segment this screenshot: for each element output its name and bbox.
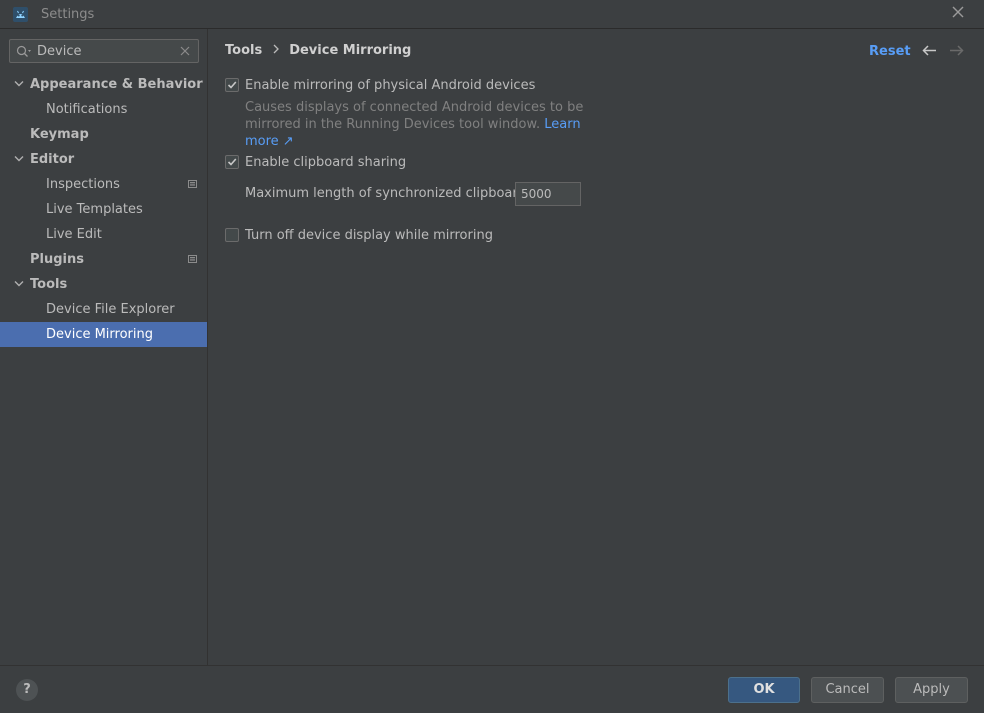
sidebar-item-device-mirroring[interactable]: Device Mirroring (0, 322, 207, 347)
sidebar-item-label: Device File Explorer (46, 302, 175, 317)
sidebar-item-label: Device Mirroring (46, 327, 153, 342)
clear-search-icon[interactable] (180, 46, 190, 56)
sidebar-item-label: Tools (30, 277, 68, 292)
cancel-button[interactable]: Cancel (811, 677, 884, 703)
sidebar-item-label: Notifications (46, 102, 128, 117)
sidebar-item-label: Editor (30, 152, 75, 167)
ok-button[interactable]: OK (728, 677, 800, 703)
project-level-icon (188, 180, 197, 188)
sidebar-item-label: Plugins (30, 252, 84, 267)
sidebar-item-tools[interactable]: Tools (0, 272, 207, 297)
project-level-icon (188, 255, 197, 263)
android-studio-icon (13, 7, 28, 22)
settings-sidebar: Appearance & Behavior Notifications Keym… (0, 29, 208, 665)
chevron-down-icon[interactable] (14, 280, 24, 288)
sidebar-item-inspections[interactable]: Inspections (0, 172, 207, 197)
sidebar-item-keymap[interactable]: Keymap (0, 122, 207, 147)
checkmark-icon (227, 81, 237, 89)
reset-link[interactable]: Reset (869, 44, 911, 59)
max-length-input[interactable] (515, 182, 581, 206)
window-title: Settings (41, 7, 95, 22)
breadcrumb-current: Device Mirroring (289, 43, 412, 58)
chevron-right-icon (273, 44, 280, 54)
clipboard-label[interactable]: Enable clipboard sharing (245, 154, 406, 172)
settings-content: Tools Device Mirroring Reset Enable mirro… (208, 29, 984, 665)
sidebar-item-notifications[interactable]: Notifications (0, 97, 207, 122)
sidebar-item-appearance-behavior[interactable]: Appearance & Behavior (0, 72, 207, 97)
sidebar-item-label: Live Templates (46, 202, 143, 217)
help-button[interactable]: ? (16, 679, 38, 701)
turn-off-display-checkbox[interactable] (225, 228, 239, 242)
mirroring-description: Causes displays of connected Android dev… (245, 99, 605, 150)
sidebar-item-label: Keymap (30, 127, 89, 142)
breadcrumb: Tools Device Mirroring (225, 43, 411, 58)
checkmark-icon (227, 158, 237, 166)
max-length-label: Maximum length of synchronized clipboard… (245, 186, 560, 201)
search-box (9, 39, 199, 63)
search-icon (16, 45, 31, 57)
turn-off-display-label[interactable]: Turn off device display while mirroring (245, 227, 493, 245)
clipboard-checkbox[interactable] (225, 155, 239, 169)
chevron-down-icon[interactable] (14, 155, 24, 163)
mirroring-description-text: Causes displays of connected Android dev… (245, 100, 584, 132)
mirroring-checkbox[interactable] (225, 78, 239, 92)
breadcrumb-tools[interactable]: Tools (225, 43, 262, 58)
arrow-right-icon[interactable] (949, 45, 964, 56)
sidebar-item-plugins[interactable]: Plugins (0, 247, 207, 272)
sidebar-item-label: Inspections (46, 177, 120, 192)
chevron-down-icon[interactable] (14, 80, 24, 88)
sidebar-item-label: Appearance & Behavior (30, 77, 203, 92)
dialog-footer: ? OK Cancel Apply (0, 665, 984, 713)
sidebar-item-live-templates[interactable]: Live Templates (0, 197, 207, 222)
settings-tree: Appearance & Behavior Notifications Keym… (0, 72, 207, 347)
search-input[interactable] (37, 42, 177, 60)
sidebar-item-editor[interactable]: Editor (0, 147, 207, 172)
close-icon[interactable] (950, 4, 966, 20)
sidebar-item-label: Live Edit (46, 227, 102, 242)
title-bar: Settings (0, 0, 984, 29)
sidebar-item-live-edit[interactable]: Live Edit (0, 222, 207, 247)
sidebar-item-device-file-explorer[interactable]: Device File Explorer (0, 297, 207, 322)
mirroring-label[interactable]: Enable mirroring of physical Android dev… (245, 77, 535, 95)
arrow-left-icon[interactable] (922, 45, 937, 56)
apply-button[interactable]: Apply (895, 677, 968, 703)
